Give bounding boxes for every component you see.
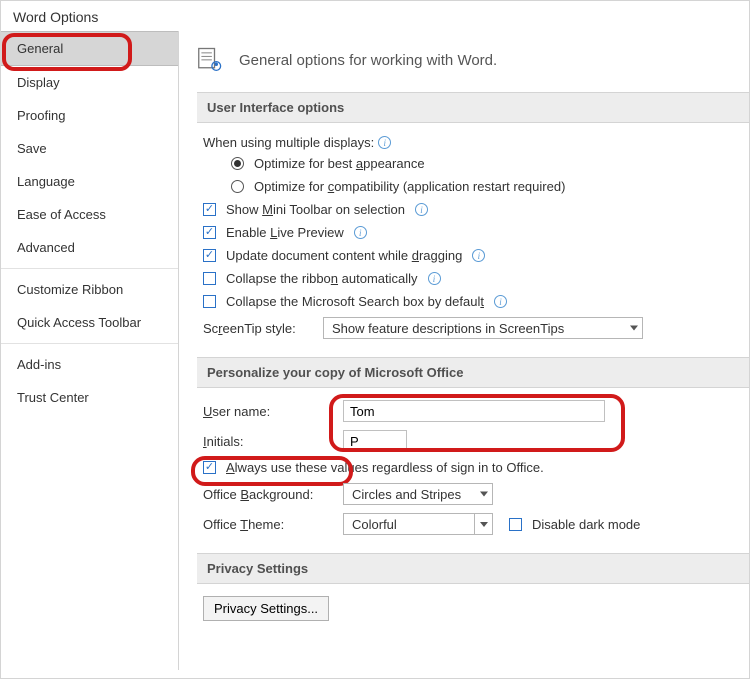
screentip-select[interactable]: Show feature descriptions in ScreenTips (323, 317, 643, 339)
sidebar-item-display[interactable]: Display (1, 66, 178, 99)
office-theme-label: Office Theme: (203, 517, 333, 532)
sidebar-item-proofing[interactable]: Proofing (1, 99, 178, 132)
page-heading: General options for working with Word. (239, 52, 497, 69)
radio-icon (231, 180, 244, 193)
info-icon[interactable] (472, 249, 485, 262)
sidebar-item-quick-access-toolbar[interactable]: Quick Access Toolbar (1, 306, 178, 339)
sidebar-item-save[interactable]: Save (1, 132, 178, 165)
check-collapse-search[interactable]: Collapse the Microsoft Search box by def… (203, 294, 743, 309)
username-input[interactable] (343, 400, 605, 422)
checkbox-icon (203, 272, 216, 285)
sidebar-item-trust-center[interactable]: Trust Center (1, 381, 178, 414)
check-update-dragging[interactable]: Update document content while dragging (203, 248, 743, 263)
check-collapse-ribbon[interactable]: Collapse the ribbon automatically (203, 271, 743, 286)
radio-icon (231, 157, 244, 170)
checkbox-icon (203, 249, 216, 262)
multi-displays-label: When using multiple displays: (203, 135, 374, 150)
screentip-label: ScreenTip style: (203, 321, 313, 336)
check-live-preview[interactable]: Enable Live Preview (203, 225, 743, 240)
section-personalize-header: Personalize your copy of Microsoft Offic… (197, 357, 749, 388)
chevron-down-icon (480, 522, 488, 527)
office-theme-select[interactable]: Colorful (343, 513, 493, 535)
info-icon[interactable] (354, 226, 367, 239)
check-label: Collapse the ribbon automatically (226, 271, 418, 286)
general-options-icon (197, 45, 225, 76)
sidebar-item-add-ins[interactable]: Add-ins (1, 348, 178, 381)
radio-optimize-appearance[interactable]: Optimize for best appearance (231, 156, 743, 171)
checkbox-icon (203, 203, 216, 216)
section-privacy-header: Privacy Settings (197, 553, 749, 584)
check-label: Disable dark mode (532, 517, 640, 532)
radio-label: Optimize for compatibility (application … (254, 179, 565, 194)
chevron-down-icon (630, 326, 638, 331)
check-always-use[interactable]: Always use these values regardless of si… (203, 460, 743, 475)
check-label: Enable Live Preview (226, 225, 344, 240)
sidebar-item-ease-of-access[interactable]: Ease of Access (1, 198, 178, 231)
username-label: User name: (203, 404, 333, 419)
radio-optimize-compatibility[interactable]: Optimize for compatibility (application … (231, 179, 743, 194)
checkbox-icon (203, 295, 216, 308)
privacy-settings-button[interactable]: Privacy Settings... (203, 596, 329, 621)
sidebar: General Display Proofing Save Language E… (1, 31, 179, 670)
initials-label: Initials: (203, 434, 333, 449)
checkbox-icon (203, 226, 216, 239)
office-background-label: Office Background: (203, 487, 333, 502)
sidebar-item-customize-ribbon[interactable]: Customize Ribbon (1, 273, 178, 306)
office-background-select[interactable]: Circles and Stripes (343, 483, 493, 505)
check-label: Collapse the Microsoft Search box by def… (226, 294, 484, 309)
section-ui-header: User Interface options (197, 92, 749, 123)
info-icon[interactable] (428, 272, 441, 285)
checkbox-icon (203, 461, 216, 474)
initials-input[interactable] (343, 430, 407, 452)
check-label: Always use these values regardless of si… (226, 460, 544, 475)
radio-label: Optimize for best appearance (254, 156, 425, 171)
checkbox-icon (509, 518, 522, 531)
check-disable-dark[interactable]: Disable dark mode (509, 517, 640, 532)
check-label: Show Mini Toolbar on selection (226, 202, 405, 217)
info-icon[interactable] (378, 136, 391, 149)
chevron-down-icon (480, 492, 488, 497)
check-label: Update document content while dragging (226, 248, 462, 263)
sidebar-item-language[interactable]: Language (1, 165, 178, 198)
check-mini-toolbar[interactable]: Show Mini Toolbar on selection (203, 202, 743, 217)
info-icon[interactable] (494, 295, 507, 308)
info-icon[interactable] (415, 203, 428, 216)
sidebar-item-general[interactable]: General (1, 31, 178, 66)
window-title: Word Options (1, 1, 749, 31)
sidebar-item-advanced[interactable]: Advanced (1, 231, 178, 264)
